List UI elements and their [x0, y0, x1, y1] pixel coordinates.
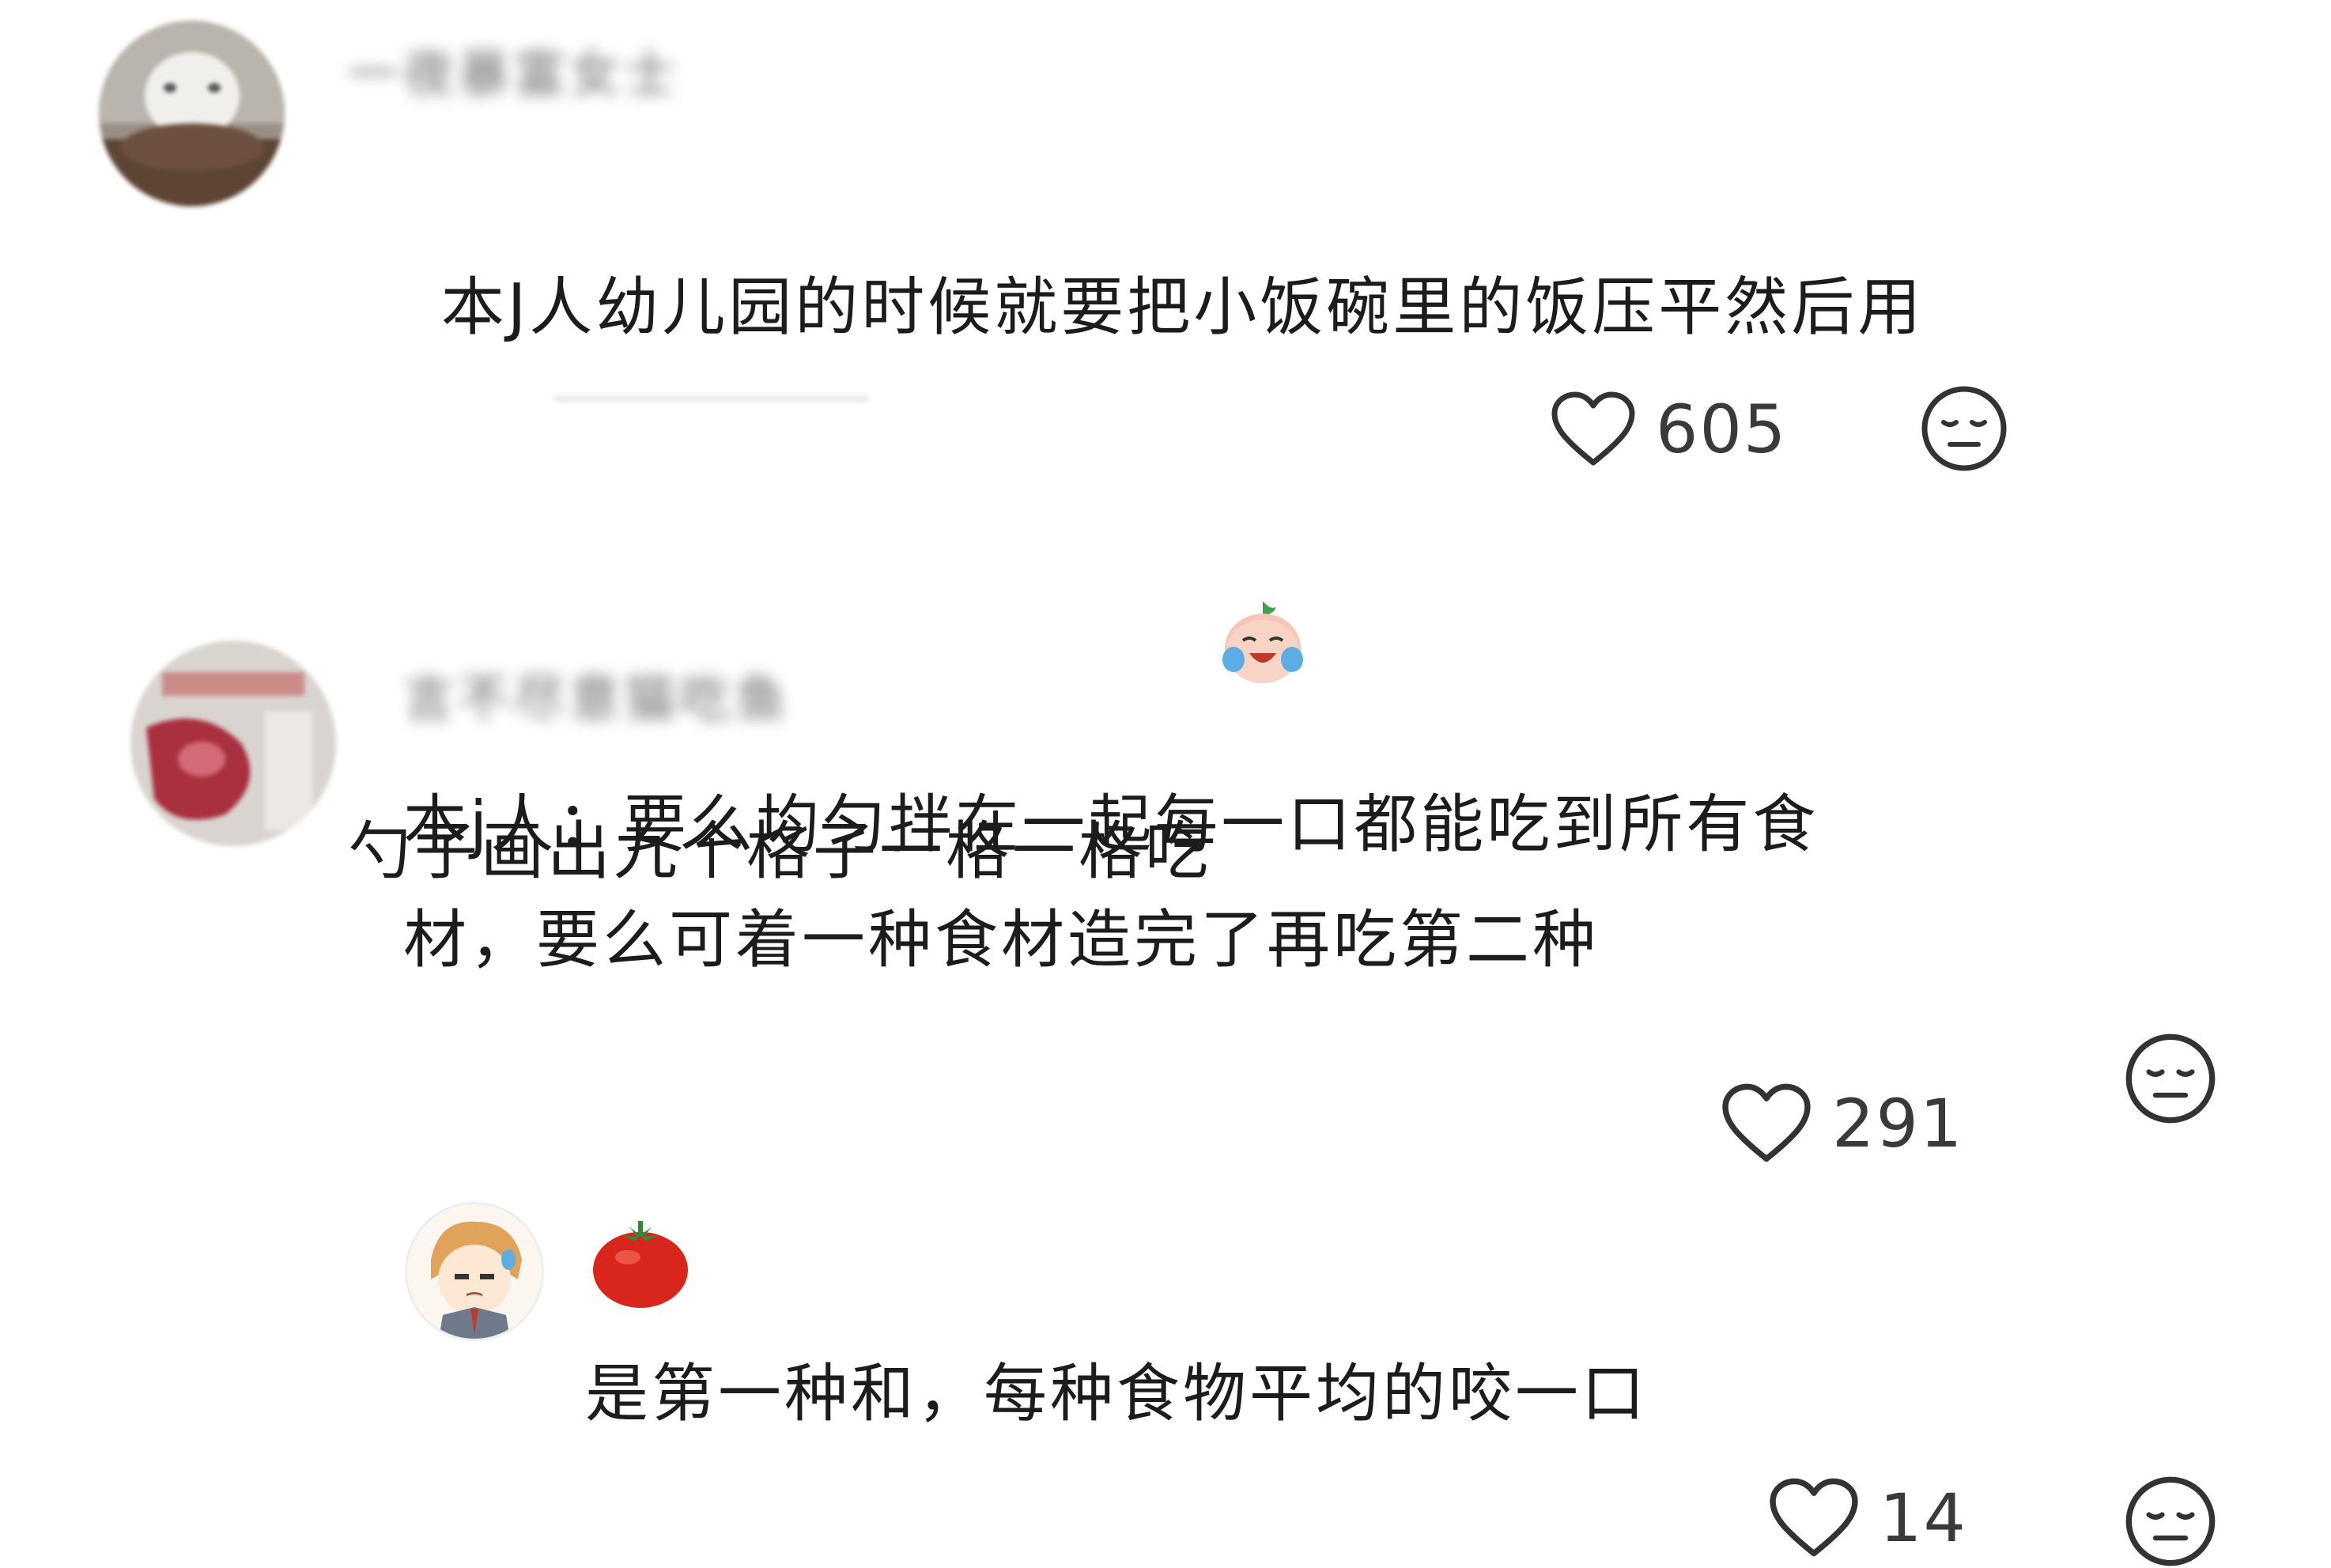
like-count: 14 [1880, 1479, 1967, 1557]
like-button[interactable]: 14 [1767, 1475, 1967, 1562]
comment-text: 本j人：要么均匀拌在一起每一口都能吃到所有食 材，要么可着一种食材造完了再吃第二… [403, 788, 1819, 977]
like-button[interactable]: 291 [1720, 1080, 1963, 1167]
username[interactable]: 言不尽意猫吃鱼 [403, 672, 791, 727]
tomato-icon [590, 1216, 691, 1309]
comment-item: 言不尽意猫吃鱼 本j人：要么均匀拌在一起每一口都能吃到所有食 材，要么可着一种食… [0, 617, 2331, 1186]
heart-icon [1720, 1082, 1813, 1166]
divider [553, 395, 870, 402]
username[interactable]: 一夜暴富女士 [348, 47, 680, 103]
comment-item: 一夜暴富女士 本J人幼儿园的时候就要把小饭碗里的饭压平然后用 勺子画出九个格子一… [0, 0, 2331, 888]
avatar[interactable] [130, 640, 336, 846]
reply-item: 是第一种和，每种食物平均的咬一口 14 [0, 1186, 2331, 1566]
avatar[interactable] [405, 1202, 544, 1341]
reply-text: 是第一种和，每种食物平均的咬一口 [585, 1357, 1648, 1430]
like-count: 605 [1656, 391, 1788, 468]
heart-icon [1550, 390, 1637, 469]
dislike-face-icon[interactable] [2124, 1032, 2217, 1125]
avatar[interactable] [99, 21, 285, 206]
like-count: 291 [1832, 1085, 1964, 1162]
like-button[interactable]: 605 [1550, 386, 1787, 473]
dislike-face-icon[interactable] [2124, 1475, 2217, 1568]
heart-icon [1767, 1476, 1861, 1560]
dislike-face-icon[interactable] [1920, 384, 2008, 473]
